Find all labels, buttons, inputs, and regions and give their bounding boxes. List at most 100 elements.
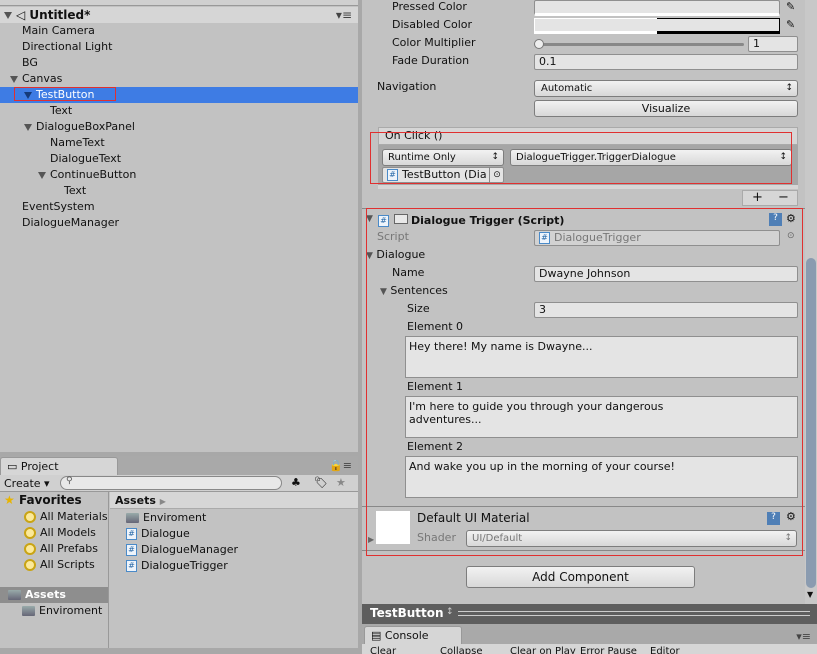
- expand-icon[interactable]: [10, 75, 18, 83]
- console-toolbar-button[interactable]: Editor: [650, 646, 680, 654]
- asset-item[interactable]: Enviroment: [126, 510, 206, 526]
- runtime-mode-dropdown[interactable]: Runtime Only: [382, 149, 504, 166]
- console-toolbar-button[interactable]: Collapse: [440, 646, 483, 654]
- enabled-checkbox[interactable]: [394, 214, 408, 224]
- on-click-header: On Click (): [378, 127, 798, 145]
- navigation-value: Automatic: [541, 83, 593, 94]
- fade-duration-label: Fade Duration: [392, 54, 470, 67]
- expand-icon[interactable]: [24, 91, 32, 99]
- breadcrumb-assets[interactable]: Assets: [115, 494, 156, 507]
- favorites-header[interactable]: ★ Favorites: [4, 493, 82, 507]
- expand-icon[interactable]: [4, 12, 12, 19]
- favorite-item[interactable]: All Models: [24, 525, 96, 541]
- hierarchy-item[interactable]: Text: [0, 103, 358, 119]
- asset-item[interactable]: # DialogueTrigger: [126, 558, 228, 574]
- csharp-script-icon: #: [126, 528, 137, 540]
- item-label: BG: [22, 56, 38, 69]
- element-label: Element 0: [407, 320, 464, 333]
- color-multiplier-input[interactable]: 1: [748, 36, 798, 52]
- favorite-item[interactable]: All Prefabs: [24, 541, 98, 557]
- hierarchy-item[interactable]: Canvas: [0, 71, 358, 87]
- drag-handle[interactable]: [458, 611, 810, 616]
- navigation-dropdown[interactable]: Automatic: [534, 80, 798, 97]
- scene-header[interactable]: ◁ Untitled* ▾≡: [0, 7, 358, 23]
- filter-type-icon[interactable]: ♣: [291, 476, 301, 489]
- hierarchy-item[interactable]: DialogueManager: [0, 215, 358, 231]
- hierarchy-item[interactable]: ContinueButton: [0, 167, 358, 183]
- inspector-scrollbar[interactable]: ▼: [805, 0, 817, 604]
- search-input[interactable]: [60, 476, 282, 490]
- eyedropper-icon[interactable]: ✎: [786, 0, 795, 13]
- shader-label: Shader: [417, 531, 456, 544]
- scroll-down-icon[interactable]: ▼: [807, 590, 813, 599]
- name-input[interactable]: Dwayne Johnson: [534, 266, 798, 282]
- object-picker-icon[interactable]: ⊙: [489, 167, 504, 183]
- hierarchy-item[interactable]: BG: [0, 55, 358, 71]
- create-button[interactable]: Create ▾: [4, 476, 50, 491]
- help-icon[interactable]: ?: [767, 512, 780, 525]
- favorite-item[interactable]: All Scripts: [24, 557, 95, 573]
- tree-item-enviroment[interactable]: Enviroment: [22, 603, 102, 619]
- dialogue-foldout[interactable]: ▼ Dialogue: [366, 248, 425, 261]
- item-label: All Models: [40, 526, 96, 539]
- search-filter-icon: [24, 527, 36, 539]
- hierarchy-item[interactable]: Main Camera: [0, 23, 358, 39]
- sentence-textarea[interactable]: I'm here to guide you through your dange…: [405, 396, 798, 438]
- asset-item[interactable]: # Dialogue: [126, 526, 190, 542]
- remove-event-button[interactable]: −: [778, 191, 789, 205]
- console-toolbar-button[interactable]: Clear: [370, 646, 396, 654]
- hierarchy-item[interactable]: NameText: [0, 135, 358, 151]
- hierarchy-item[interactable]: Directional Light: [0, 39, 358, 55]
- favorite-item[interactable]: All Materials: [24, 509, 108, 525]
- pressed-color-field[interactable]: [534, 0, 780, 16]
- scrollbar-thumb[interactable]: [806, 258, 816, 588]
- add-component-button[interactable]: Add Component: [466, 566, 695, 588]
- lock-icon[interactable]: 🔒≡: [329, 459, 352, 472]
- unity-logo-icon: ◁: [16, 8, 26, 22]
- hierarchy-item[interactable]: DialogueText: [0, 151, 358, 167]
- asset-name: DialogueTrigger: [141, 559, 228, 572]
- shader-dropdown[interactable]: UI/Default: [466, 530, 797, 547]
- inspector-panel: Pressed Color ✎ Disabled Color ✎ Color M…: [362, 0, 817, 604]
- sentences-foldout[interactable]: ▼ Sentences: [380, 284, 448, 297]
- expand-icon[interactable]: [24, 123, 32, 131]
- expand-icon[interactable]: ▶: [368, 535, 374, 544]
- gear-icon[interactable]: ⚙: [786, 212, 796, 225]
- shader-value: UI/Default: [472, 533, 523, 544]
- gear-icon[interactable]: ⚙: [786, 510, 796, 523]
- foldout-icon[interactable]: ▼: [366, 214, 373, 224]
- favorite-star-icon[interactable]: ★: [336, 476, 346, 489]
- tab-console[interactable]: ▤ Console: [364, 626, 462, 644]
- visualize-button[interactable]: Visualize: [534, 100, 798, 117]
- add-event-button[interactable]: +: [752, 191, 763, 205]
- hierarchy-item[interactable]: EventSystem: [0, 199, 358, 215]
- script-label: Script: [377, 230, 409, 243]
- hierarchy-item[interactable]: Text: [0, 183, 358, 199]
- object-picker-icon[interactable]: ⊙: [787, 231, 795, 241]
- color-multiplier-slider[interactable]: [538, 43, 744, 46]
- menu-icon[interactable]: ▾≡: [796, 630, 811, 643]
- console-toolbar-button[interactable]: Error Pause: [580, 646, 637, 654]
- slider-handle[interactable]: [534, 39, 544, 49]
- console-toolbar-button[interactable]: Clear on Play: [510, 646, 576, 654]
- item-label: Canvas: [22, 72, 63, 85]
- menu-icon[interactable]: ▾≡: [336, 7, 352, 23]
- assets-tree-root[interactable]: Assets: [0, 587, 108, 603]
- target-object-field[interactable]: # TestButton (Dia: [382, 167, 504, 183]
- expand-icon[interactable]: [38, 171, 46, 179]
- filter-label-icon[interactable]: 🏷: [314, 476, 328, 489]
- sentence-textarea[interactable]: And wake you up in the morning of your c…: [405, 456, 798, 498]
- tab-project[interactable]: ▭ Project: [0, 457, 118, 475]
- eyedropper-icon[interactable]: ✎: [786, 18, 795, 31]
- runtime-mode-value: Runtime Only: [388, 152, 456, 163]
- fade-duration-input[interactable]: 0.1: [534, 54, 798, 70]
- sentence-textarea[interactable]: Hey there! My name is Dwayne...: [405, 336, 798, 378]
- asset-item[interactable]: # DialogueManager: [126, 542, 238, 558]
- help-icon[interactable]: ?: [769, 213, 782, 226]
- size-input[interactable]: 3: [534, 302, 798, 318]
- hierarchy-item[interactable]: DialogueBoxPanel: [0, 119, 358, 135]
- function-dropdown[interactable]: DialogueTrigger.TriggerDialogue: [510, 149, 792, 166]
- disabled-color-field[interactable]: [534, 18, 780, 34]
- dropdown-arrows-icon[interactable]: ↕: [446, 607, 454, 617]
- hierarchy-item[interactable]: TestButton: [0, 87, 358, 103]
